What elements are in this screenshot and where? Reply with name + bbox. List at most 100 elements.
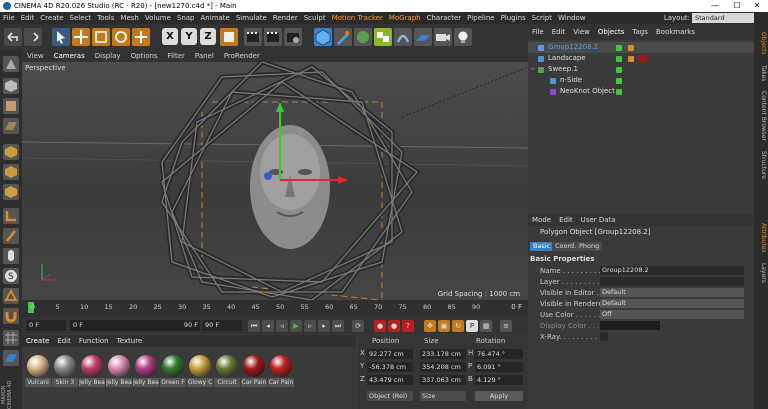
material-menu-texture[interactable]: Texture <box>113 335 147 347</box>
menu-animate[interactable]: Animate <box>198 12 233 24</box>
rotate-icon[interactable] <box>112 28 130 46</box>
transform-icon[interactable] <box>132 28 150 46</box>
size-y-field[interactable]: 354.208 cm <box>420 362 466 372</box>
scale-key-icon[interactable]: ▣ <box>438 320 450 332</box>
next-key-icon[interactable]: ▸ <box>318 320 330 332</box>
undo-icon[interactable] <box>4 28 22 46</box>
menu-pipeline[interactable]: Pipeline <box>464 12 497 24</box>
phong-tag-icon[interactable] <box>628 56 634 62</box>
size-z-field[interactable]: 337.063 cm <box>420 375 466 385</box>
keyframe-selection-icon[interactable]: ? <box>402 320 414 332</box>
workplane-icon[interactable] <box>3 118 19 134</box>
menu-plugins[interactable]: Plugins <box>498 12 529 24</box>
x-axis-toggle[interactable]: X <box>162 28 178 45</box>
vtab-structure[interactable]: Structure <box>755 148 767 182</box>
position-z-field[interactable]: 43.479 cm <box>367 375 413 385</box>
position-y-field[interactable]: -56.378 cm <box>367 362 413 372</box>
vtab-content-browser[interactable]: Content Browser <box>755 88 767 144</box>
visibility-check-icon[interactable] <box>616 56 622 62</box>
menu-select[interactable]: Select <box>67 12 95 24</box>
visibility-check-icon[interactable] <box>616 45 622 51</box>
cloner-icon[interactable] <box>374 28 392 46</box>
tab-basic[interactable]: Basic <box>530 242 554 251</box>
render-view-icon[interactable] <box>244 28 262 46</box>
vtab-objects[interactable]: Objects <box>755 28 767 58</box>
material-swatch[interactable]: Car Pain <box>268 355 294 387</box>
loop-icon[interactable]: ⟳ <box>352 320 364 332</box>
scale-icon[interactable] <box>92 28 110 46</box>
name-field[interactable]: Group12208.2 <box>600 266 744 275</box>
close-button[interactable]: ✕ <box>748 0 766 12</box>
menu-mograph[interactable]: MoGraph <box>386 12 424 24</box>
display-color-swatch[interactable] <box>600 321 660 330</box>
prev-key-icon[interactable]: ◂ <box>262 320 274 332</box>
menu-volume[interactable]: Volume <box>142 12 174 24</box>
material-swatch[interactable]: Jelly Bea <box>106 355 132 387</box>
solo-icon[interactable] <box>3 350 19 366</box>
subdivision-surface-icon[interactable] <box>354 28 372 46</box>
cube-icon[interactable] <box>314 28 332 46</box>
material-swatch[interactable]: Glowy C <box>187 355 213 387</box>
object-row-nside[interactable]: n-Side <box>528 75 754 86</box>
floor-icon[interactable] <box>414 28 432 46</box>
menu-motion-tracker[interactable]: Motion Tracker <box>329 12 386 24</box>
layout-select[interactable]: Standard <box>692 13 754 23</box>
material-swatch[interactable]: Green F <box>160 355 186 387</box>
menu-edit[interactable]: Edit <box>18 12 38 24</box>
position-key-icon[interactable]: ✥ <box>424 320 436 332</box>
vtab-takes[interactable]: Takes <box>755 62 767 84</box>
texture-mode-icon[interactable] <box>3 98 19 114</box>
tab-phong[interactable]: Phong <box>576 242 603 251</box>
record-icon[interactable]: ● <box>374 320 386 332</box>
next-frame-icon[interactable]: ▹ <box>304 320 316 332</box>
perspective-viewport[interactable]: Perspective Grid Spacing: 1000 cm <box>22 62 528 300</box>
param-key-icon[interactable]: P <box>466 320 478 332</box>
rotation-p-field[interactable]: 6.091 ° <box>475 362 523 372</box>
menu-create[interactable]: Create <box>37 12 66 24</box>
menu-mesh[interactable]: Mesh <box>117 12 141 24</box>
autokey-icon[interactable]: ● <box>388 320 400 332</box>
snap-icon[interactable]: S <box>3 268 19 284</box>
vtab-layers[interactable]: Layers <box>755 260 767 286</box>
menu-character[interactable]: Character <box>424 12 465 24</box>
visible-in-editor-select[interactable]: Default <box>600 288 744 297</box>
polygons-mode-icon[interactable] <box>3 184 19 200</box>
move-icon[interactable] <box>72 28 90 46</box>
om-menu-edit[interactable]: Edit <box>548 24 570 40</box>
om-menu-bookmarks[interactable]: Bookmarks <box>652 24 699 40</box>
attr-menu-user-data[interactable]: User Data <box>577 214 620 226</box>
rotation-key-icon[interactable]: ↻ <box>452 320 464 332</box>
render-to-picture-viewer-icon[interactable] <box>264 28 282 46</box>
viewport-solo-icon[interactable] <box>3 248 19 264</box>
visible-in-renderer-select[interactable]: Default <box>600 299 744 308</box>
redo-icon[interactable] <box>24 28 42 46</box>
material-menu-edit[interactable]: Edit <box>53 335 75 347</box>
grid-workplane-icon[interactable] <box>3 330 19 346</box>
size-mode-select[interactable]: Size <box>420 391 466 401</box>
material-swatch[interactable]: Jelly Bea <box>133 355 159 387</box>
coord-mode-select[interactable]: Object (Rel) <box>367 391 413 401</box>
position-x-field[interactable]: 92.277 cm <box>367 349 413 359</box>
pen-spline-icon[interactable] <box>334 28 352 46</box>
play-icon[interactable]: ▶ <box>290 320 302 332</box>
viewport-menu-display[interactable]: Display <box>90 50 126 62</box>
object-row-sweep[interactable]: − Sweep.1 <box>528 64 754 75</box>
coordinate-system-icon[interactable] <box>220 28 238 46</box>
viewport-menu-panel[interactable]: Panel <box>190 50 219 62</box>
menu-tools[interactable]: Tools <box>94 12 117 24</box>
expand-toggle-icon[interactable]: − <box>530 64 536 75</box>
current-frame-field[interactable]: 0 F <box>26 320 66 331</box>
object-row-landscape[interactable]: Landscape <box>528 53 754 64</box>
timeline-ruler[interactable]: 0 5 10 15 20 25 30 35 40 45 50 55 60 65 70 75 80 85 90 0 F <box>22 300 528 317</box>
use-color-select[interactable]: Off <box>600 310 744 319</box>
menu-file[interactable]: File <box>0 12 18 24</box>
light-icon[interactable] <box>454 28 472 46</box>
edges-mode-icon[interactable] <box>3 164 19 180</box>
viewport-menu-cameras[interactable]: Cameras <box>49 50 90 62</box>
magnet-icon[interactable] <box>3 308 19 324</box>
viewport-menu-filter[interactable]: Filter <box>163 50 190 62</box>
object-row-neoknot[interactable]: NeoKnot Object <box>528 86 754 97</box>
om-menu-objects[interactable]: Objects <box>594 24 628 40</box>
material-tag-icon[interactable] <box>638 54 647 63</box>
visibility-check-icon[interactable] <box>616 67 622 73</box>
